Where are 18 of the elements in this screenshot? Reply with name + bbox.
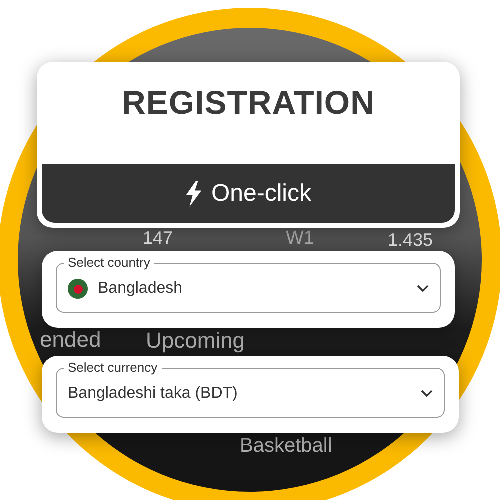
field-label: Select currency	[64, 360, 162, 376]
select-value: Bangladeshi taka (BDT)	[68, 385, 239, 403]
background-text: ended	[40, 329, 102, 351]
background-text: Upcoming	[146, 330, 246, 352]
select-value: Bangladesh	[98, 280, 184, 298]
chevron-down-icon	[421, 390, 433, 398]
one-click-button[interactable]: One-click	[42, 164, 455, 223]
registration-title: REGISTRATION	[121, 83, 376, 123]
country-select[interactable]: Select country Bangladesh	[56, 254, 441, 313]
lightning-icon	[185, 180, 204, 206]
background-text: 147	[143, 229, 174, 247]
background-text: Basketball	[240, 436, 332, 456]
chevron-down-icon	[417, 285, 429, 293]
flag-icon	[68, 279, 88, 299]
background-text: 1.435	[388, 231, 434, 249]
currency-select[interactable]: Select currency Bangladeshi taka (BDT)	[56, 359, 445, 418]
background-text: W1	[286, 229, 314, 248]
field-label: Select country	[64, 255, 154, 271]
